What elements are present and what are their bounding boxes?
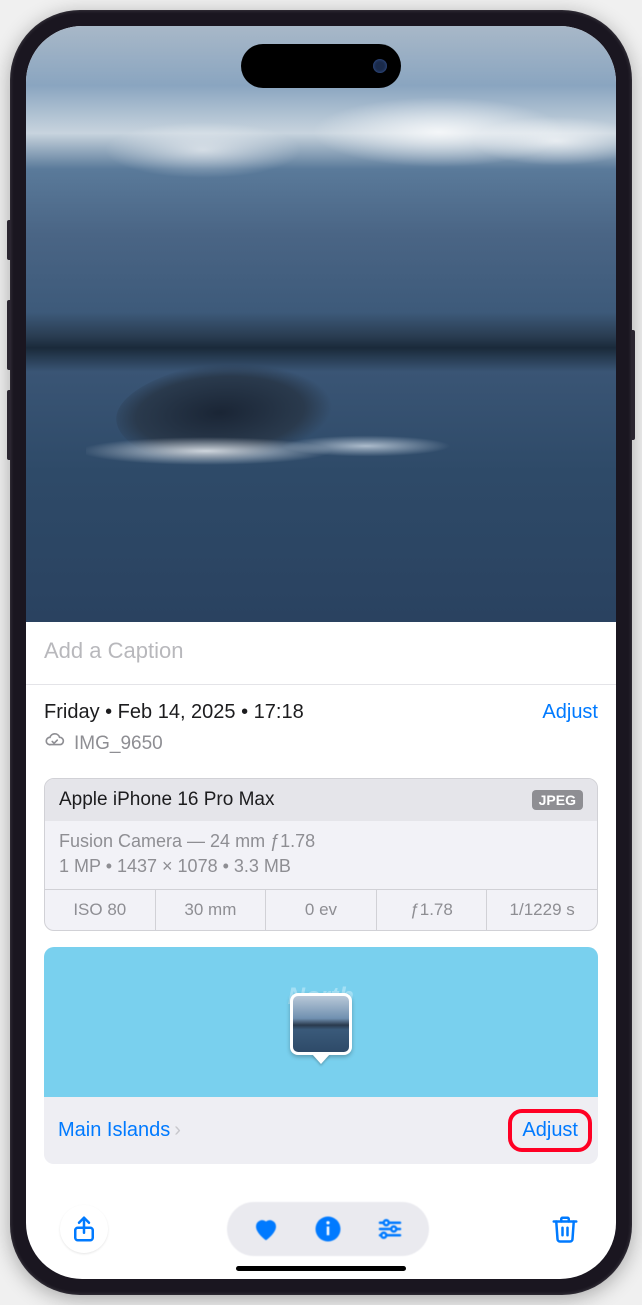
photo-sky xyxy=(26,96,616,186)
chevron-right-icon: › xyxy=(174,1119,181,1142)
adjust-location-button-highlight: Adjust xyxy=(508,1109,592,1152)
location-text: Main Islands xyxy=(58,1119,170,1142)
map-footer: Main Islands › Adjust xyxy=(44,1097,598,1164)
map-card: North Pac Oce Main Islands › Adjust xyxy=(44,947,598,1164)
map-pin-thumbnail[interactable] xyxy=(290,993,352,1055)
screen: Friday • Feb 14, 2025 • 17:18 Adjust IMG… xyxy=(26,26,616,1279)
bottom-toolbar xyxy=(26,1193,616,1265)
info-button[interactable] xyxy=(311,1212,345,1246)
cloud-synced-icon xyxy=(44,730,66,758)
photo-preview[interactable] xyxy=(26,26,616,622)
phone-frame: Friday • Feb 14, 2025 • 17:18 Adjust IMG… xyxy=(10,10,632,1295)
lens-info: Fusion Camera — 24 mm ƒ1.78 xyxy=(45,821,597,854)
caption-input[interactable] xyxy=(44,638,598,664)
camera-info-card: Apple iPhone 16 Pro Max JPEG Fusion Came… xyxy=(44,778,598,931)
volume-down-button xyxy=(7,390,11,460)
date-time-text: Friday • Feb 14, 2025 • 17:18 xyxy=(44,701,304,724)
format-badge: JPEG xyxy=(532,790,583,810)
filename-row: IMG_9650 xyxy=(44,730,598,758)
home-indicator[interactable] xyxy=(236,1266,406,1271)
exif-focal: 30 mm xyxy=(156,890,267,930)
map-preview[interactable]: North Pac Oce xyxy=(44,947,598,1097)
share-button[interactable] xyxy=(60,1205,108,1253)
dynamic-island xyxy=(241,44,401,88)
location-link[interactable]: Main Islands › xyxy=(58,1119,181,1142)
side-button xyxy=(7,220,11,260)
device-name: Apple iPhone 16 Pro Max xyxy=(59,789,274,811)
volume-up-button xyxy=(7,300,11,370)
filename-text: IMG_9650 xyxy=(74,733,163,755)
pin-photo-thumb xyxy=(293,996,349,1052)
edit-sliders-button[interactable] xyxy=(373,1212,407,1246)
favorite-button[interactable] xyxy=(249,1212,283,1246)
caption-row xyxy=(26,622,616,684)
file-stats: 1 MP • 1437 × 1078 • 3.3 MB xyxy=(45,854,597,889)
exif-ev: 0 ev xyxy=(266,890,377,930)
exif-aperture: ƒ1.78 xyxy=(377,890,488,930)
power-button xyxy=(631,330,635,440)
metadata-section: Friday • Feb 14, 2025 • 17:18 Adjust IMG… xyxy=(26,685,616,768)
toolbar-center-group xyxy=(227,1202,429,1256)
exif-iso: ISO 80 xyxy=(45,890,156,930)
trash-button[interactable] xyxy=(548,1212,582,1246)
photo-splash xyxy=(86,426,486,476)
exif-row: ISO 80 30 mm 0 ev ƒ1.78 1/1229 s xyxy=(45,889,597,930)
exif-shutter: 1/1229 s xyxy=(487,890,597,930)
front-camera-icon xyxy=(373,59,387,73)
adjust-location-button[interactable]: Adjust xyxy=(522,1119,578,1141)
adjust-date-button[interactable]: Adjust xyxy=(542,701,598,724)
